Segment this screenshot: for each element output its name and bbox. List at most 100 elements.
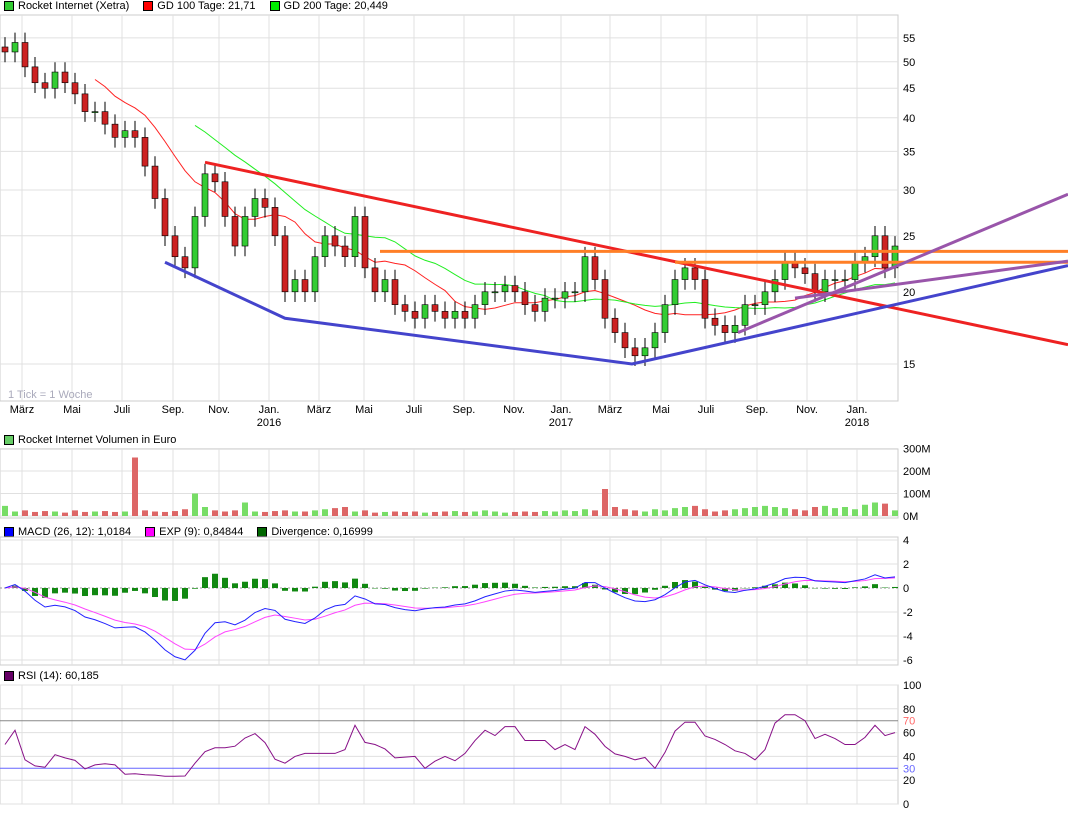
candle-body bbox=[202, 174, 208, 217]
divergence-bar bbox=[102, 588, 108, 595]
volume-bar bbox=[272, 511, 278, 516]
candle-body bbox=[242, 216, 248, 246]
x-tick-label: Jan. bbox=[847, 404, 868, 416]
candle-body bbox=[472, 305, 478, 319]
volume-bar bbox=[322, 509, 328, 516]
volume-bar bbox=[562, 510, 568, 516]
x-year-label: 2018 bbox=[845, 417, 869, 429]
candle-body bbox=[122, 131, 128, 138]
divergence-bar bbox=[252, 579, 258, 588]
volume-bar bbox=[632, 510, 638, 516]
candle-body bbox=[322, 236, 328, 257]
volume-bar bbox=[522, 512, 528, 517]
price-tick-label: 45 bbox=[903, 83, 915, 95]
volume-bar bbox=[792, 509, 798, 516]
divergence-bar bbox=[352, 579, 358, 588]
rsi-tick-label: 60 bbox=[903, 728, 915, 740]
divergence-bar bbox=[142, 588, 148, 593]
candle-body bbox=[452, 311, 458, 318]
candle-body bbox=[112, 124, 118, 137]
macd-tick-label: 0 bbox=[903, 583, 909, 595]
divergence-bar bbox=[552, 587, 558, 588]
volume-bar bbox=[622, 509, 628, 516]
volume-bar bbox=[162, 512, 168, 516]
candle-body bbox=[92, 112, 98, 113]
candle-body bbox=[232, 216, 238, 246]
x-tick-label: Mai bbox=[652, 404, 670, 416]
candle-body bbox=[32, 67, 38, 83]
candle-body bbox=[502, 286, 508, 292]
price-tick-label: 30 bbox=[903, 185, 915, 197]
candle-body bbox=[102, 112, 108, 125]
x-tick-label: März bbox=[10, 404, 34, 416]
volume-bar bbox=[442, 512, 448, 517]
divergence-bar bbox=[242, 582, 248, 588]
divergence-bar bbox=[512, 584, 518, 588]
candle-body bbox=[692, 268, 698, 280]
x-tick-label: Nov. bbox=[208, 404, 230, 416]
volume-bar bbox=[22, 510, 28, 516]
panel-frame bbox=[0, 537, 898, 665]
x-year-label: 2017 bbox=[549, 417, 573, 429]
x-tick-label: Sep. bbox=[746, 404, 769, 416]
divergence-bar bbox=[172, 588, 178, 601]
candle-body bbox=[22, 42, 28, 66]
divergence-bar bbox=[702, 587, 708, 588]
volume-bar bbox=[132, 458, 138, 517]
divergence-bar bbox=[892, 587, 898, 588]
volume-bar bbox=[772, 507, 778, 516]
candle-body bbox=[142, 137, 148, 166]
volume-bar bbox=[892, 510, 898, 516]
candle-body bbox=[422, 305, 428, 319]
candle-body bbox=[542, 298, 548, 311]
panel-frame bbox=[0, 685, 898, 804]
divergence-bar bbox=[152, 588, 158, 597]
x-tick-label: Mai bbox=[63, 404, 81, 416]
divergence-bar bbox=[802, 585, 808, 588]
volume-bar bbox=[412, 512, 418, 517]
volume-bar bbox=[832, 508, 838, 516]
divergence-bar bbox=[52, 588, 58, 593]
volume-bar bbox=[222, 512, 228, 517]
volume-bar bbox=[762, 506, 768, 516]
divergence-bar bbox=[62, 588, 68, 593]
x-tick-label: März bbox=[598, 404, 622, 416]
candle-body bbox=[482, 292, 488, 305]
x-tick-label: Juli bbox=[406, 404, 423, 416]
candle-body bbox=[222, 182, 228, 217]
candle-body bbox=[402, 305, 408, 312]
candle-body bbox=[392, 280, 398, 305]
candle-body bbox=[512, 286, 518, 292]
divergence-bar bbox=[92, 588, 98, 595]
volume-bar bbox=[662, 510, 668, 516]
volume-bar bbox=[362, 510, 368, 516]
volume-bar bbox=[62, 513, 68, 516]
candle-body bbox=[642, 348, 648, 356]
candle-body bbox=[622, 333, 628, 348]
candle-body bbox=[332, 236, 338, 246]
volume-tick-label: 100M bbox=[903, 489, 931, 501]
volume-bar bbox=[312, 510, 318, 516]
volume-bar bbox=[552, 512, 558, 517]
divergence-bar bbox=[532, 587, 538, 588]
volume-bar bbox=[242, 503, 248, 517]
candle-body bbox=[262, 199, 268, 208]
candle-body bbox=[812, 274, 818, 292]
volume-bar bbox=[512, 512, 518, 516]
macd-tick-label: 2 bbox=[903, 559, 909, 571]
volume-bar bbox=[342, 507, 348, 516]
volume-bar bbox=[742, 508, 748, 516]
volume-bar bbox=[332, 508, 338, 516]
volume-bar bbox=[462, 512, 468, 516]
macd-tick-label: -6 bbox=[903, 655, 913, 667]
rsi-tick-label: 30 bbox=[903, 763, 915, 775]
candle-body bbox=[492, 292, 498, 293]
volume-bar bbox=[752, 507, 758, 516]
rsi-tick-label: 100 bbox=[903, 680, 921, 692]
volume-bar bbox=[42, 511, 48, 516]
divergence-bar bbox=[392, 588, 398, 591]
divergence-bar bbox=[322, 582, 328, 588]
volume-bar bbox=[482, 510, 488, 516]
volume-bar bbox=[32, 512, 38, 516]
volume-bar bbox=[572, 511, 578, 516]
